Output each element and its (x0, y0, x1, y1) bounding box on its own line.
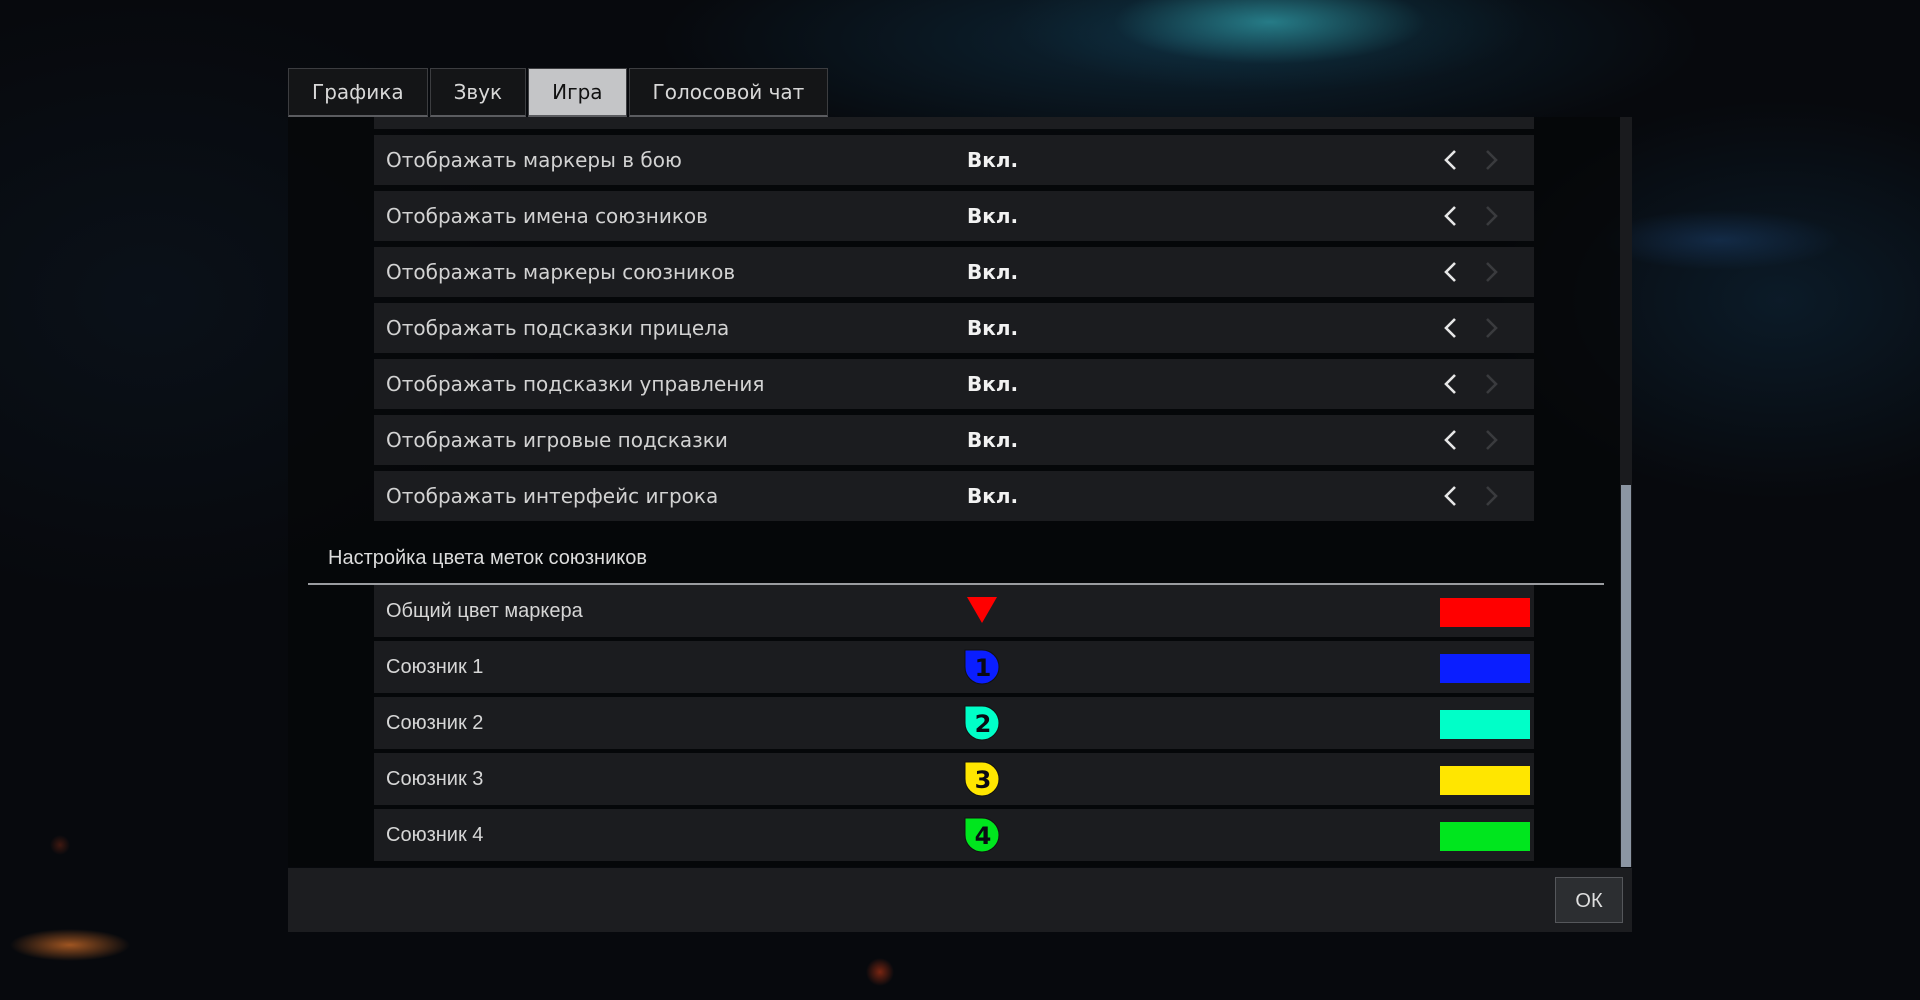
setting-row-ally-names: Отображать имена союзников Вкл. (374, 191, 1534, 241)
setting-label: Отображать имена союзников (386, 204, 708, 228)
setting-value: Вкл. (967, 260, 1019, 284)
triangle-marker-icon (967, 597, 997, 623)
color-swatch[interactable] (1440, 598, 1530, 627)
color-row-ally-3: Союзник 3 3 (374, 753, 1534, 805)
chevron-right-icon[interactable] (1476, 370, 1504, 398)
chevron-right-icon[interactable] (1476, 146, 1504, 174)
chevron-left-icon[interactable] (1438, 370, 1466, 398)
setting-row-aim-hints: Отображать подсказки прицела Вкл. (374, 303, 1534, 353)
setting-label: Отображать интерфейс игрока (386, 484, 719, 508)
setting-value: Вкл. (967, 204, 1019, 228)
scrollbar[interactable] (1620, 117, 1632, 867)
ally-3-marker-icon: 3 (964, 761, 1000, 797)
color-row-ally-1: Союзник 1 1 (374, 641, 1534, 693)
color-row-ally-2: Союзник 2 2 (374, 697, 1534, 749)
color-label: Союзник 4 (386, 824, 484, 846)
scrollbar-thumb[interactable] (1621, 485, 1631, 867)
color-label: Союзник 1 (386, 656, 484, 678)
color-swatch[interactable] (1440, 710, 1530, 739)
setting-value: Вкл. (967, 316, 1019, 340)
setting-row-game-hints: Отображать игровые подсказки Вкл. (374, 415, 1534, 465)
chevron-left-icon[interactable] (1438, 482, 1466, 510)
color-label: Союзник 2 (386, 712, 484, 734)
chevron-right-icon[interactable] (1476, 426, 1504, 454)
color-label: Союзник 3 (386, 768, 484, 790)
setting-row-control-hints: Отображать подсказки управления Вкл. (374, 359, 1534, 409)
section-header: Настройка цвета меток союзников (308, 535, 1604, 585)
marker-number: 3 (975, 766, 992, 794)
chevron-right-icon[interactable] (1476, 258, 1504, 286)
settings-dialog: Графика Звук Игра Голосовой чат Отобража… (288, 68, 1632, 932)
ally-4-marker-icon: 4 (964, 817, 1000, 853)
dialog-footer: ОК (288, 868, 1632, 932)
settings-tabs: Графика Звук Игра Голосовой чат (288, 68, 830, 117)
setting-value: Вкл. (967, 484, 1019, 508)
color-row-general-marker: Общий цвет маркера (374, 585, 1534, 637)
ally-2-marker-icon: 2 (964, 705, 1000, 741)
tab-sound[interactable]: Звук (429, 68, 527, 117)
color-swatch[interactable] (1440, 654, 1530, 683)
chevron-left-icon[interactable] (1438, 426, 1466, 454)
chevron-left-icon[interactable] (1438, 314, 1466, 342)
color-row-ally-4: Союзник 4 4 (374, 809, 1534, 861)
setting-label: Отображать подсказки управления (386, 372, 765, 396)
chevron-right-icon[interactable] (1476, 202, 1504, 230)
marker-number: 2 (975, 710, 992, 738)
color-swatch[interactable] (1440, 822, 1530, 851)
chevron-left-icon[interactable] (1438, 258, 1466, 286)
chevron-left-icon[interactable] (1438, 146, 1466, 174)
color-swatch[interactable] (1440, 766, 1530, 795)
setting-row-battle-markers: Отображать маркеры в бою Вкл. (374, 135, 1534, 185)
setting-row-player-interface: Отображать интерфейс игрока Вкл. (374, 471, 1534, 521)
setting-label: Отображать игровые подсказки (386, 428, 728, 452)
setting-value: Вкл. (967, 372, 1019, 396)
setting-label: Отображать подсказки прицела (386, 316, 730, 340)
settings-panel: Отображать маркеры в бою Вкл. Отображать… (288, 117, 1632, 867)
setting-label: Отображать маркеры в бою (386, 148, 682, 172)
ally-1-marker-icon: 1 (964, 649, 1000, 685)
tab-voice-chat[interactable]: Голосовой чат (628, 68, 829, 117)
color-label: Общий цвет маркера (386, 600, 583, 622)
setting-row-ally-markers: Отображать маркеры союзников Вкл. (374, 247, 1534, 297)
setting-value: Вкл. (967, 428, 1019, 452)
ok-button[interactable]: ОК (1555, 877, 1623, 923)
tab-game[interactable]: Игра (528, 68, 627, 117)
section-title: Настройка цвета меток союзников (328, 547, 647, 569)
partially-hidden-row (374, 117, 1534, 129)
tab-graphics[interactable]: Графика (288, 68, 428, 117)
settings-scroll-content: Отображать маркеры в бою Вкл. Отображать… (288, 117, 1618, 867)
setting-value: Вкл. (967, 148, 1019, 172)
marker-number: 4 (975, 822, 992, 850)
chevron-right-icon[interactable] (1476, 482, 1504, 510)
setting-label: Отображать маркеры союзников (386, 260, 736, 284)
chevron-left-icon[interactable] (1438, 202, 1466, 230)
chevron-right-icon[interactable] (1476, 314, 1504, 342)
marker-number: 1 (975, 654, 992, 682)
